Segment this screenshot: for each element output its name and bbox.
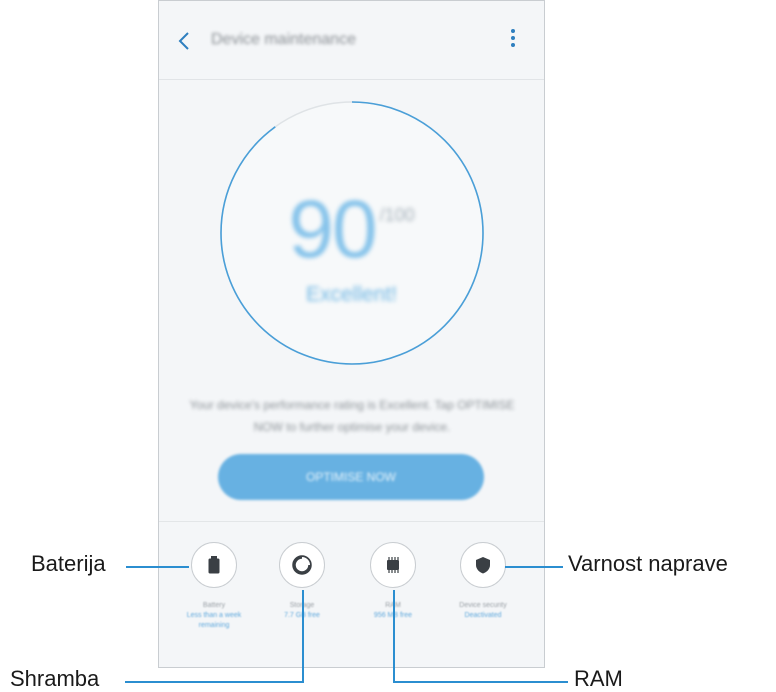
battery-tile-label: Battery Less than a week remaining xyxy=(171,601,257,631)
leader-line-ram-vertical xyxy=(393,590,395,683)
leader-line-battery xyxy=(126,566,189,568)
score-value: 90 xyxy=(288,184,377,275)
leader-line-ram-horizontal xyxy=(393,681,568,683)
optimize-now-button[interactable]: OPTIMISE NOW xyxy=(218,454,484,500)
callout-security: Varnost naprave xyxy=(568,551,728,576)
device-screen: Device maintenance 90/100 Excellent! You… xyxy=(158,0,545,668)
score-max: /100 xyxy=(379,205,415,225)
callout-battery: Baterija xyxy=(31,551,106,576)
device-security-tile[interactable] xyxy=(460,542,506,588)
ram-tile[interactable] xyxy=(370,542,416,588)
leader-line-security xyxy=(505,566,563,568)
divider xyxy=(159,521,544,522)
storage-icon xyxy=(292,555,312,575)
battery-tile[interactable] xyxy=(191,542,237,588)
callout-storage: Shramba xyxy=(10,666,100,691)
battery-tile-value: Less than a week remaining xyxy=(186,612,242,629)
performance-description: Your device's performance rating is Exce… xyxy=(189,398,515,434)
page-title: Device maintenance xyxy=(211,31,356,48)
device-security-tile-name: Device security xyxy=(459,602,507,609)
more-vertical-icon[interactable] xyxy=(510,29,516,51)
battery-icon xyxy=(208,556,220,574)
app-bar: Device maintenance xyxy=(159,1,544,80)
leader-line-storage-horizontal xyxy=(125,681,304,683)
callout-ram: RAM xyxy=(574,666,623,691)
chevron-left-icon[interactable] xyxy=(177,31,191,51)
device-security-tile-label: Device security Deactivated xyxy=(440,601,526,621)
device-security-tile-value: Deactivated xyxy=(464,612,502,619)
battery-tile-name: Battery xyxy=(202,602,226,609)
leader-line-storage-vertical xyxy=(302,590,304,683)
score-status: Excellent! xyxy=(305,283,398,306)
memory-chip-icon xyxy=(387,557,399,573)
score-display: 90/100 xyxy=(159,183,544,277)
storage-tile[interactable] xyxy=(279,542,325,588)
shield-icon xyxy=(476,557,490,574)
